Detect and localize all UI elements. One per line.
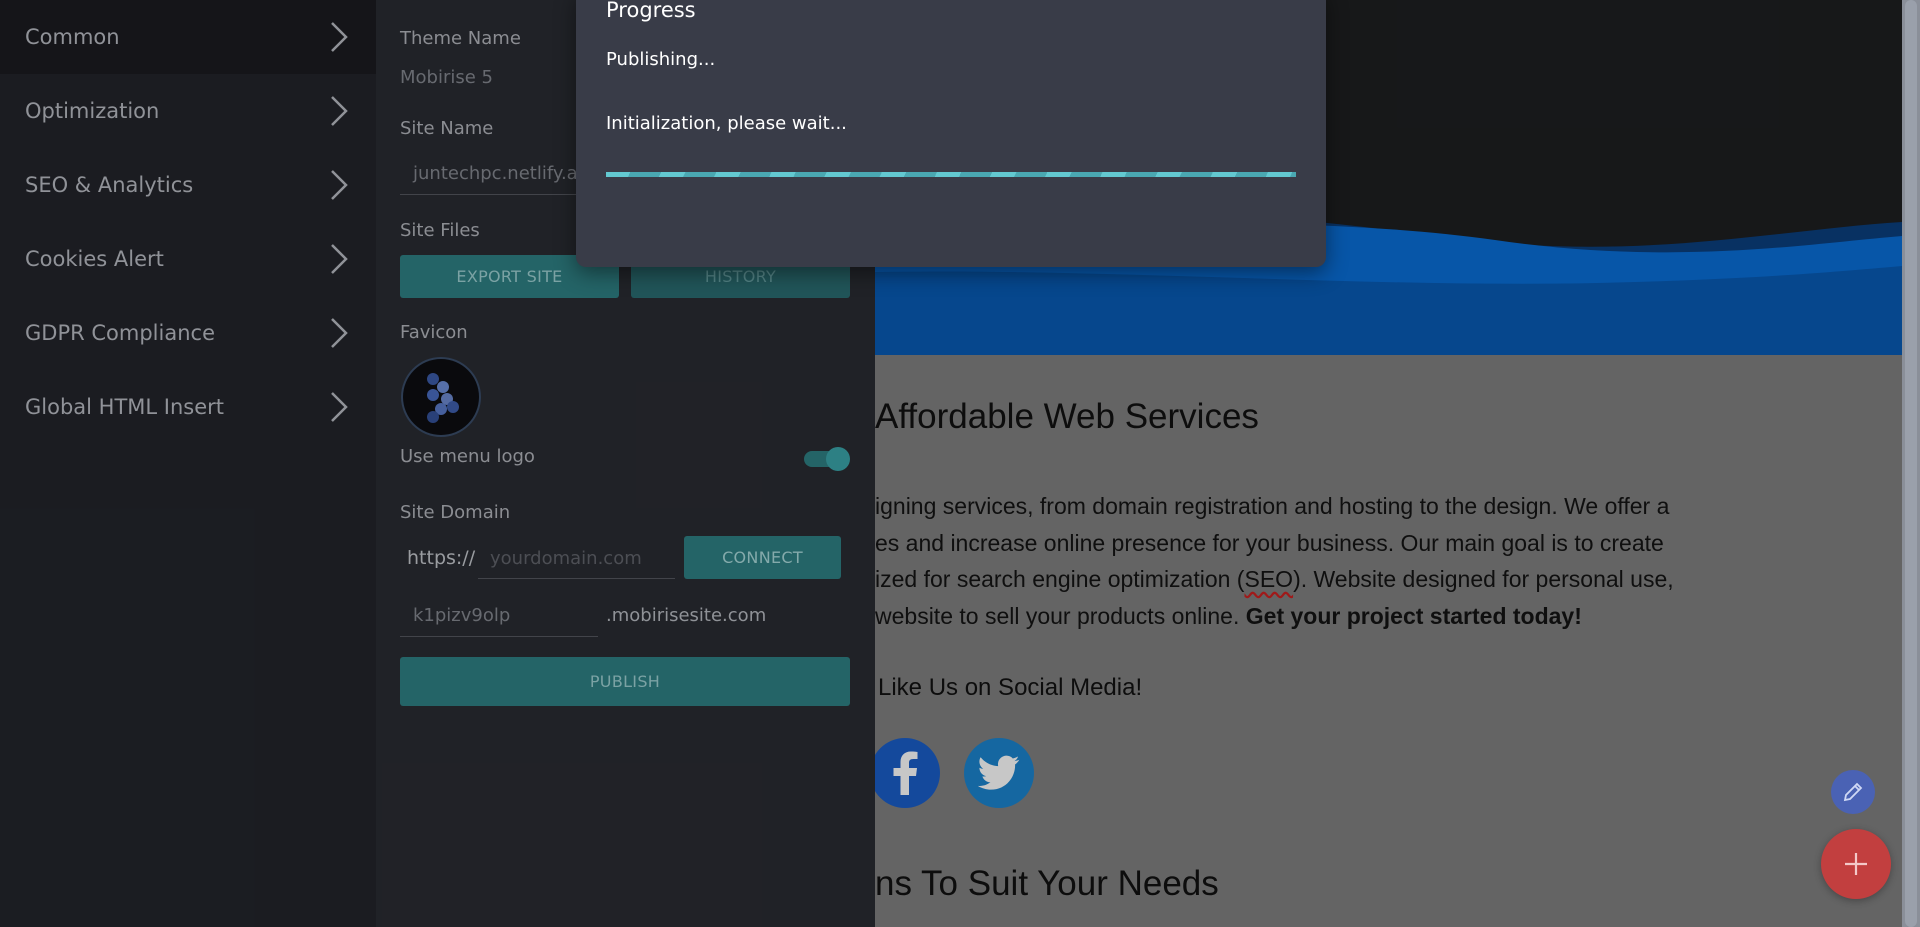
site-name-field[interactable]: juntechpc.netlify.ap [400,155,590,195]
chevron-right-icon [331,170,348,200]
site-heading: Affordable Web Services [875,397,1259,436]
menu-item-label: GDPR Compliance [25,321,215,345]
seo-link: SEO [1244,566,1294,592]
subdomain-suffix: .mobirisesite.com [606,605,767,626]
site-heading-2: ns To Suit Your Needs [875,864,1219,903]
menu-item-seo-analytics[interactable]: SEO & Analytics [0,148,376,222]
chevron-right-icon [331,392,348,422]
use-menu-logo-label: Use menu logo [400,446,535,467]
twitter-icon[interactable] [964,738,1034,808]
site-body-text: igning services, from domain registratio… [875,488,1875,634]
modal-title: Progress [606,0,696,22]
menu-item-label: SEO & Analytics [25,173,194,197]
menu-item-label: Optimization [25,99,160,123]
site-files-label: Site Files [400,220,480,241]
menu-item-optimization[interactable]: Optimization [0,74,376,148]
modal-detail-text: Initialization, please wait... [606,113,847,134]
menu-item-label: Global HTML Insert [25,395,225,419]
menu-item-common[interactable]: Common [0,0,376,74]
cta-text: Get your project started today! [1245,602,1582,629]
add-block-fab-button[interactable] [1821,829,1891,899]
edit-fab-button[interactable] [1831,770,1875,814]
scrollbar-thumb[interactable] [1905,0,1917,927]
body-text: ). Website designed for personal use, [1293,566,1674,592]
favicon-label: Favicon [400,322,468,343]
site-name-value: juntechpc.netlify.ap [413,163,590,184]
plus-icon [1845,853,1867,875]
use-menu-logo-toggle[interactable] [804,445,850,471]
body-line: website to sell your products online. Ge… [875,598,1875,635]
toggle-knob [826,447,850,471]
chevron-right-icon [331,22,348,52]
body-line: ized for search engine optimization (SEO… [875,561,1875,598]
menu-item-gdpr-compliance[interactable]: GDPR Compliance [0,296,376,370]
chevron-right-icon [331,244,348,274]
chevron-right-icon [331,96,348,126]
progress-bar-fill [606,172,1296,177]
subdomain-field[interactable]: k1pizv9olp [400,596,598,637]
theme-name-value: Mobirise 5 [400,67,493,88]
body-line: es and increase online presence for your… [875,525,1875,562]
body-line: igning services, from domain registratio… [875,488,1875,525]
body-text: es and increase online presence for your… [875,529,1664,556]
progress-modal: Progress Publishing... Initialization, p… [576,0,1326,267]
site-domain-label: Site Domain [400,502,511,523]
chevron-right-icon [331,318,348,348]
menu-item-global-html-insert[interactable]: Global HTML Insert [0,370,376,444]
page-scrollbar[interactable] [1902,0,1920,927]
subdomain-value: k1pizv9olp [413,605,511,626]
site-name-label: Site Name [400,118,494,139]
publish-button[interactable]: PUBLISH [400,657,850,706]
social-label: Like Us on Social Media! [878,674,1143,701]
favicon-logo-icon [427,373,459,423]
facebook-icon[interactable] [875,738,940,808]
domain-placeholder: yourdomain.com [490,548,642,569]
body-text: igning services, from domain registratio… [875,493,1670,519]
domain-prefix: https:// [407,547,476,569]
pencil-icon [1843,782,1863,802]
favicon-image[interactable] [403,359,479,435]
progress-bar [606,172,1296,177]
settings-menu: Common Optimization SEO & Analytics Cook… [0,0,376,927]
menu-item-label: Common [25,25,120,49]
domain-input[interactable]: yourdomain.com [478,538,675,579]
modal-status-text: Publishing... [606,49,716,70]
menu-item-cookies-alert[interactable]: Cookies Alert [0,222,376,296]
menu-item-label: Cookies Alert [25,247,164,271]
body-text: ized for search engine optimization ( [875,566,1245,592]
body-text: website to sell your products online. [875,602,1246,629]
theme-name-label: Theme Name [400,28,521,49]
connect-button[interactable]: CONNECT [684,536,841,579]
